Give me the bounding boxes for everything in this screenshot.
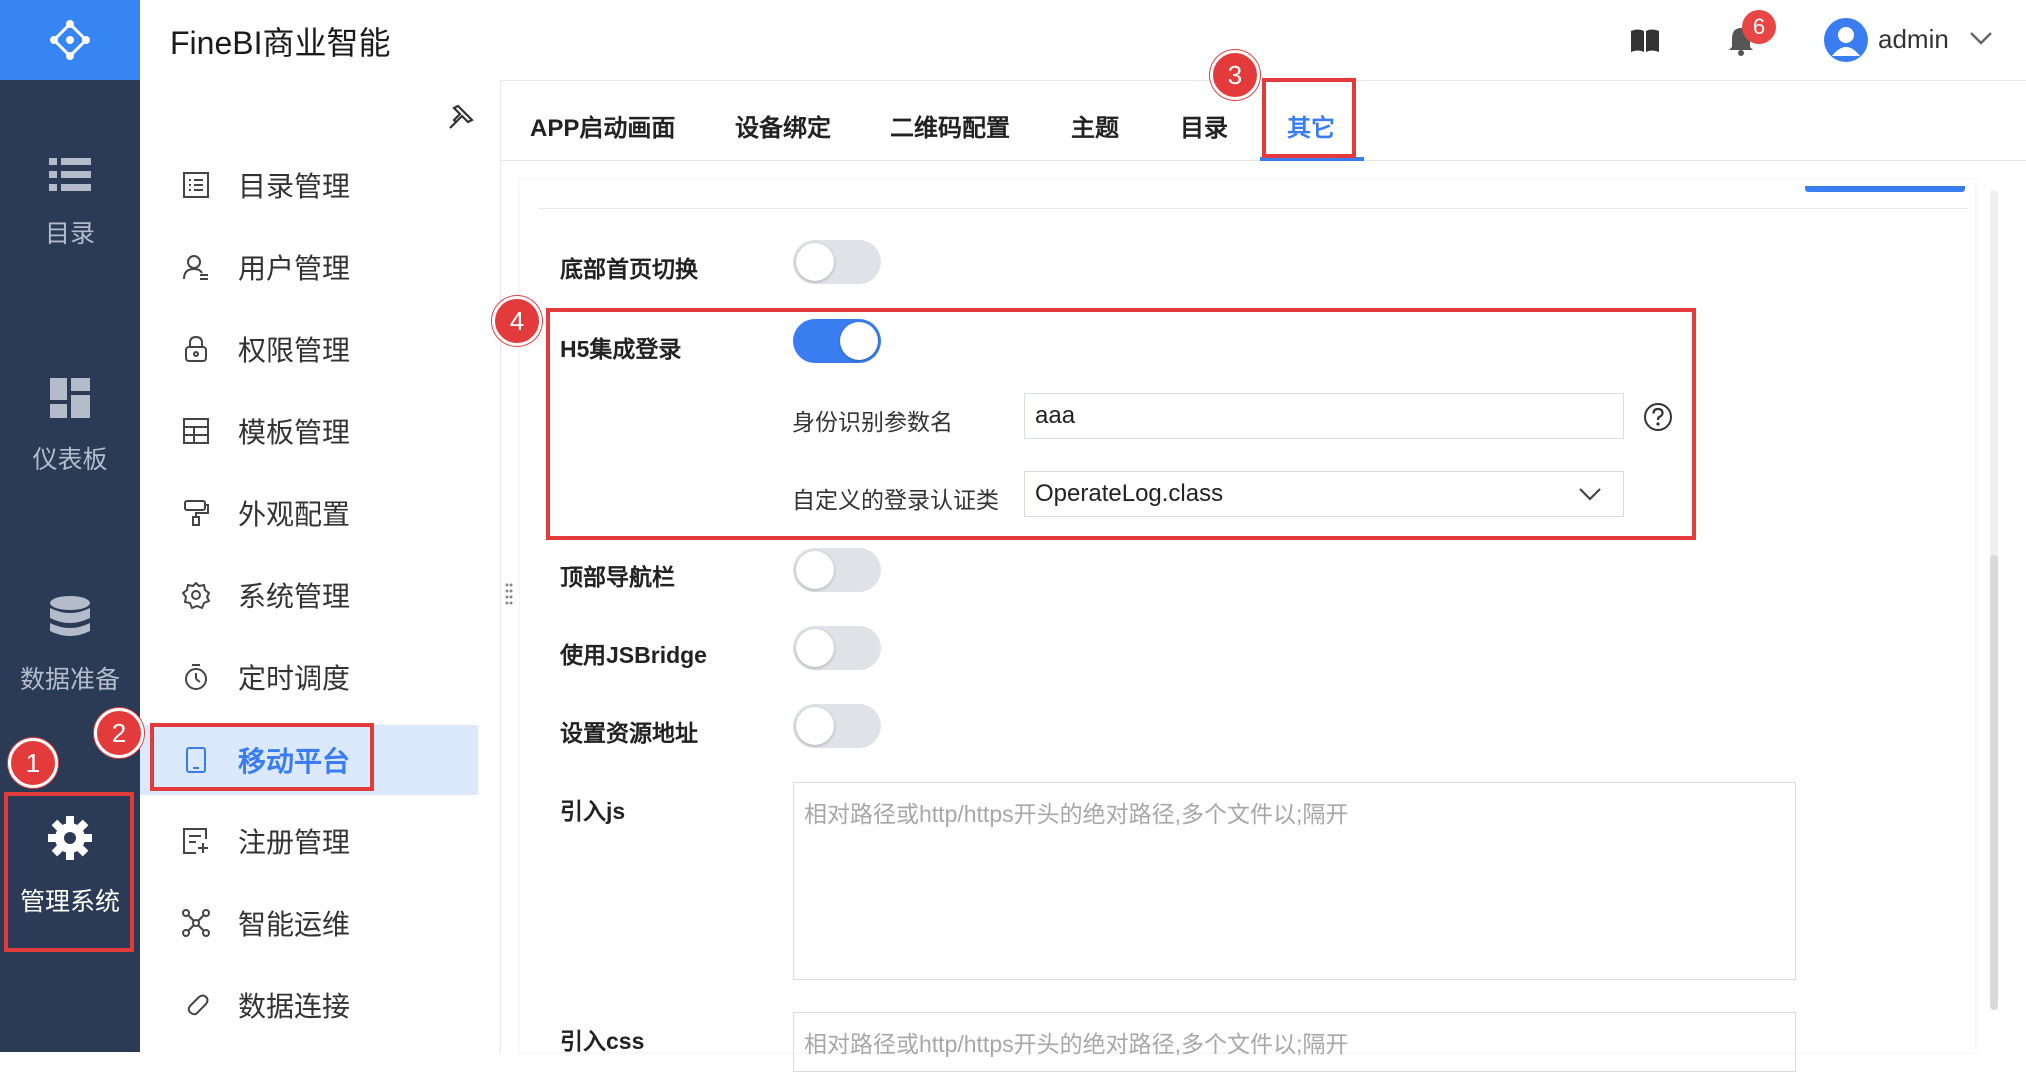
timer-icon [185,664,207,690]
top-nav-toggle[interactable] [793,548,881,592]
nav-item-label: 目录 [44,220,95,248]
toggle-knob [796,551,834,589]
annotation-box-1 [4,792,134,952]
nav-item-dashboard[interactable]: 仪表板 [0,378,140,476]
menu-item-label: 定时调度 [238,663,351,694]
notification-badge: 6 [1742,10,1776,44]
list-icon [49,158,91,191]
toggle-knob [796,243,834,281]
dashboard-icon [50,378,90,418]
annotation-box-2 [150,723,374,791]
nav-item-data-prep[interactable]: 数据准备 [0,596,140,696]
resize-handle[interactable] [505,582,513,608]
menu-item-label: 外观配置 [238,499,351,530]
import-css-textarea[interactable]: 相对路径或http/https开头的绝对路径,多个文件以;隔开 [793,1012,1796,1072]
top-bar: FineBI商业智能 6 admin [140,0,2026,81]
nav-item-label: 数据准备 [19,666,120,694]
menu-item-label: 注册管理 [238,827,351,858]
resource-label: 设置资源地址 [560,720,698,746]
catalog-icon [183,172,209,198]
resource-toggle[interactable] [793,704,881,748]
tab-theme[interactable]: 主题 [1071,108,1119,143]
tab-qrcode-config[interactable]: 二维码配置 [890,108,1010,143]
avatar[interactable] [1824,18,1868,62]
paint-icon [184,500,209,526]
annotation-badge-4: 4 [492,296,542,346]
top-nav-label: 顶部导航栏 [560,564,675,590]
user-avatar-icon [1832,27,1860,56]
tab-device-binding[interactable]: 设备绑定 [735,108,831,143]
menu-item-label: 数据连接 [238,991,351,1022]
network-icon [182,909,210,937]
tab-catalog[interactable]: 目录 [1180,108,1228,143]
pin-icon[interactable] [448,102,476,130]
logo-icon [50,20,90,60]
link-icon [187,994,209,1016]
menu-item-label: 系统管理 [238,581,351,612]
nav-item-label: 仪表板 [32,446,108,474]
menu-item-label: 用户管理 [238,253,351,284]
scrollbar-thumb[interactable] [1990,555,1998,1010]
chevron-down-icon[interactable] [1970,32,1992,46]
toggle-knob [796,629,834,667]
template-icon [183,418,209,444]
menu-item-label: 权限管理 [238,335,351,366]
database-icon [50,596,90,636]
menu-item-label: 智能运维 [238,909,351,940]
annotation-badge-2: 2 [94,708,144,758]
save-button-edge[interactable] [1805,186,1965,192]
user-icon [183,255,208,280]
bottom-switch-label: 底部首页切换 [560,256,698,282]
book-icon[interactable] [1630,28,1660,54]
app-logo[interactable] [0,0,140,80]
register-icon [183,828,208,854]
lock-icon [185,335,207,362]
panel-top-divider [538,208,1968,209]
admin-menu: 目录管理 用户管理 权限管理 模板管理 外观配置 系统管理 定时调度 移动平台 … [140,80,501,1052]
app-title: FineBI商业智能 [170,25,391,61]
menu-item-label: 模板管理 [238,417,351,448]
annotation-badge-1: 1 [8,738,58,788]
user-name[interactable]: admin [1878,24,1949,55]
annotation-box-4 [546,308,1696,540]
annotation-box-3 [1262,78,1356,158]
grip-icon [505,583,513,605]
import-js-label: 引入js [560,798,626,824]
nav-item-catalog[interactable]: 目录 [0,158,140,250]
annotation-badge-3: 3 [1210,50,1260,100]
jsbridge-toggle[interactable] [793,626,881,670]
import-js-textarea[interactable]: 相对路径或http/https开头的绝对路径,多个文件以;隔开 [793,782,1796,980]
jsbridge-label: 使用JSBridge [560,642,707,668]
toggle-knob [796,707,834,745]
bottom-switch-toggle[interactable] [793,240,881,284]
tab-app-splash[interactable]: APP启动画面 [530,108,675,143]
settings-icon [182,581,210,609]
import-css-label: 引入css [560,1028,645,1054]
menu-item-label: 目录管理 [238,171,351,202]
